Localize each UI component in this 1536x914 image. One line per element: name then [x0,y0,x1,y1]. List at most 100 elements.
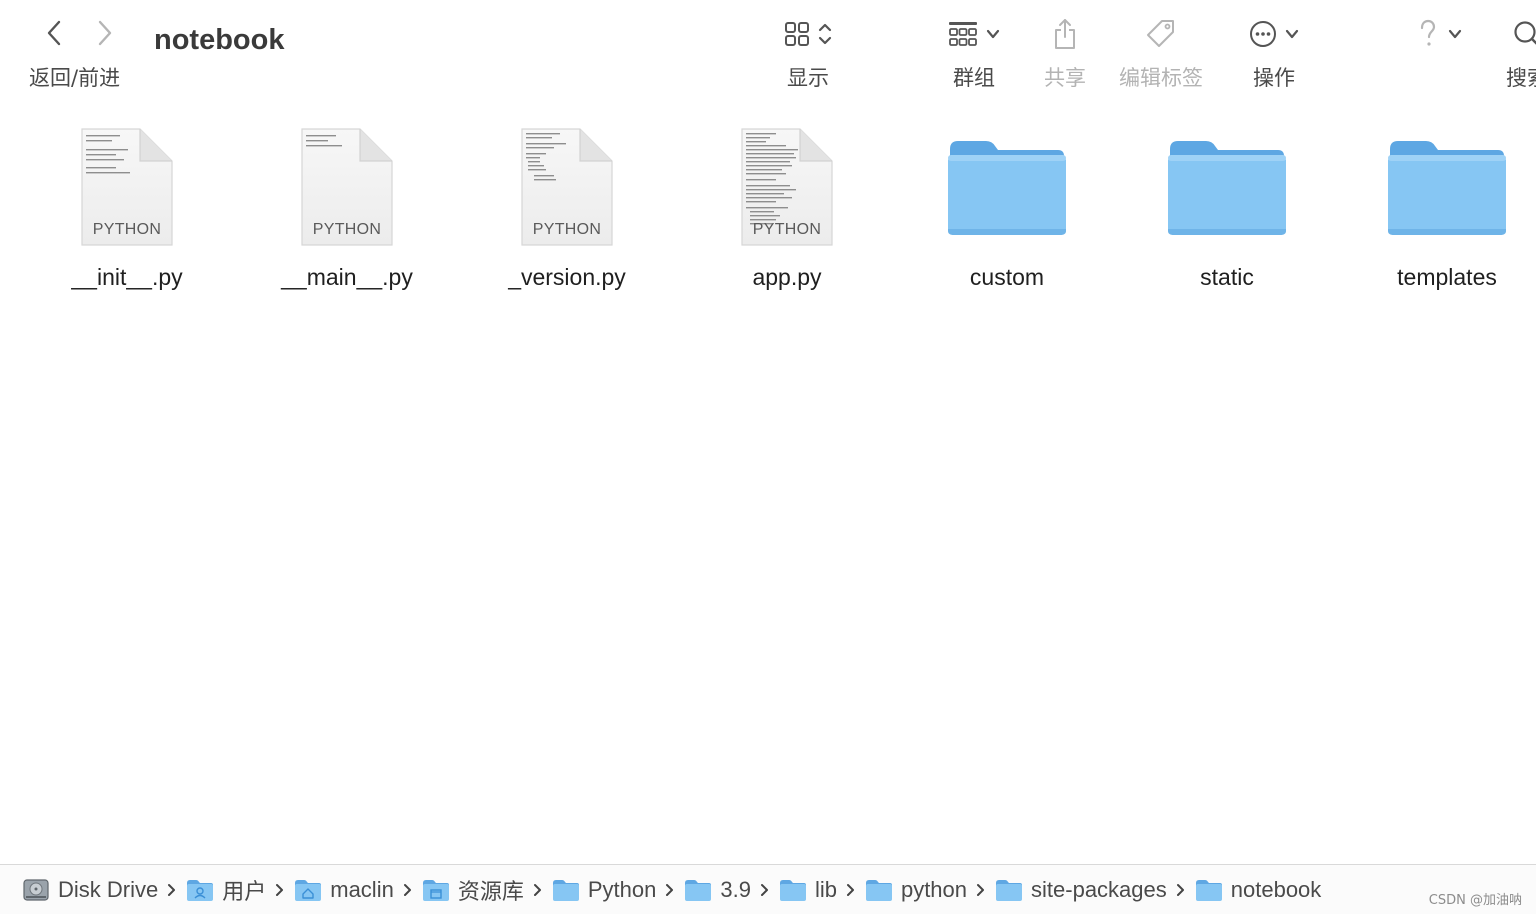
help-button[interactable] [1408,12,1470,102]
path-separator-icon [275,883,284,897]
view-button[interactable]: 显示 [776,12,840,102]
search-icon [1514,21,1536,45]
path-item-label: 用户 [222,878,267,904]
path-separator-icon [167,883,176,897]
file-kind-label: PYTHON [92,221,162,238]
folder-icon [779,879,806,901]
path-separator-icon [533,883,542,897]
file-kind-label: PYTHON [752,221,822,238]
path-separator-icon [403,883,412,897]
back-button[interactable] [37,16,71,50]
path-item-label: site-packages [1031,876,1167,902]
path-item[interactable]: notebook [1195,876,1322,903]
path-item[interactable]: Python [552,876,657,903]
file-kind-label: PYTHON [312,221,382,238]
library-folder-icon [422,879,449,901]
folder-icon [1382,120,1512,254]
path-item[interactable]: python [865,877,967,903]
share-button[interactable]: 共享 [1040,12,1090,102]
action-button[interactable]: 操作 [1242,12,1306,102]
home-folder-icon [295,879,322,901]
path-item[interactable]: 3.9 [684,877,751,903]
edit-tags-label: 编辑标签 [1119,66,1203,90]
grid-view-icon [785,22,809,46]
folder-icon [1162,120,1292,254]
chevron-down-icon [1448,29,1462,39]
path-item-label: Python [587,876,657,902]
item-name: __init__.py [71,264,183,290]
item-name: custom [969,264,1045,290]
search-button[interactable]: 搜索 [1500,12,1536,102]
tag-icon [1147,20,1174,47]
path-item[interactable]: site-packages [995,877,1167,903]
path-item[interactable]: 资源库 [422,874,524,906]
python-file-icon: PYTHON [62,120,192,254]
path-item-label: maclin [330,876,394,902]
chevron-down-icon [1285,29,1299,39]
toolbar: 返回/前进 notebook 显示 群组 共享 编辑标签 操作 搜 [0,0,1536,110]
python-file-icon: PYTHON [282,120,412,254]
chevron-down-icon [986,29,1000,39]
path-item-label: notebook [1230,876,1322,902]
folder-shape [948,141,1066,235]
disk-drive-icon [23,878,49,901]
window-title: notebook [154,24,285,56]
item-name: app.py [752,264,822,290]
path-bar: Disk Drive 用户 maclin 资源库 Python 3.9 lib python s… [0,864,1536,914]
document-page: PYTHON [300,127,394,247]
item-name: static [1200,264,1254,290]
folder-icon [1195,879,1222,901]
folder-icon [865,879,892,901]
search-label: 搜索 [1506,66,1536,90]
path-item[interactable]: lib [779,877,837,903]
share-label: 共享 [1044,66,1086,90]
python-file-icon: PYTHON [722,120,852,254]
chevron-right-icon [98,20,112,46]
path-item[interactable]: Disk Drive [22,877,158,903]
watermark: CSDN @加油呐 [1428,893,1522,908]
forward-button[interactable] [88,16,122,50]
folder-icon [552,879,579,901]
nav-label: 返回/前进 [29,66,121,90]
file-item[interactable]: PYTHON __main__.py [252,120,442,310]
path-item-label: 资源库 [457,878,524,904]
path-separator-icon [976,883,985,897]
folder-icon [942,120,1072,254]
folder-shape [1168,141,1286,235]
path-item-label: 3.9 [720,876,751,902]
path-item-label: python [900,876,968,902]
document-page: PYTHON [740,127,834,247]
path-separator-icon [665,883,674,897]
file-item[interactable]: PYTHON app.py [692,120,882,310]
group-label: 群组 [953,66,995,90]
path-separator-icon [846,883,855,897]
python-file-icon: PYTHON [502,120,632,254]
path-item-label: lib [814,876,837,902]
folder-icon [996,879,1023,901]
share-icon [1055,19,1075,49]
file-item[interactable]: PYTHON __init__.py [32,120,222,310]
folder-item[interactable]: templates [1352,120,1536,310]
file-kind-label: PYTHON [532,221,602,238]
folder-icon [685,879,712,901]
edit-tags-button[interactable]: 编辑标签 [1114,12,1208,102]
group-icon [949,22,977,46]
action-label: 操作 [1253,66,1295,90]
path-separator-icon [1176,883,1185,897]
item-name: __main__.py [281,264,413,290]
folder-shape [1388,141,1506,235]
file-item[interactable]: PYTHON _version.py [472,120,662,310]
document-page: PYTHON [520,127,614,247]
more-icon [1250,21,1276,47]
path-item-label: Disk Drive [58,876,159,902]
item-name: templates [1397,264,1497,290]
document-page: PYTHON [80,127,174,247]
view-label: 显示 [787,66,829,90]
chevron-left-icon [47,20,61,46]
folder-item[interactable]: custom [912,120,1102,310]
path-item[interactable]: 用户 [186,874,266,906]
folder-item[interactable]: static [1132,120,1322,310]
item-name: _version.py [508,264,626,290]
group-button[interactable]: 群组 [940,12,1008,102]
path-item[interactable]: maclin [294,877,394,903]
